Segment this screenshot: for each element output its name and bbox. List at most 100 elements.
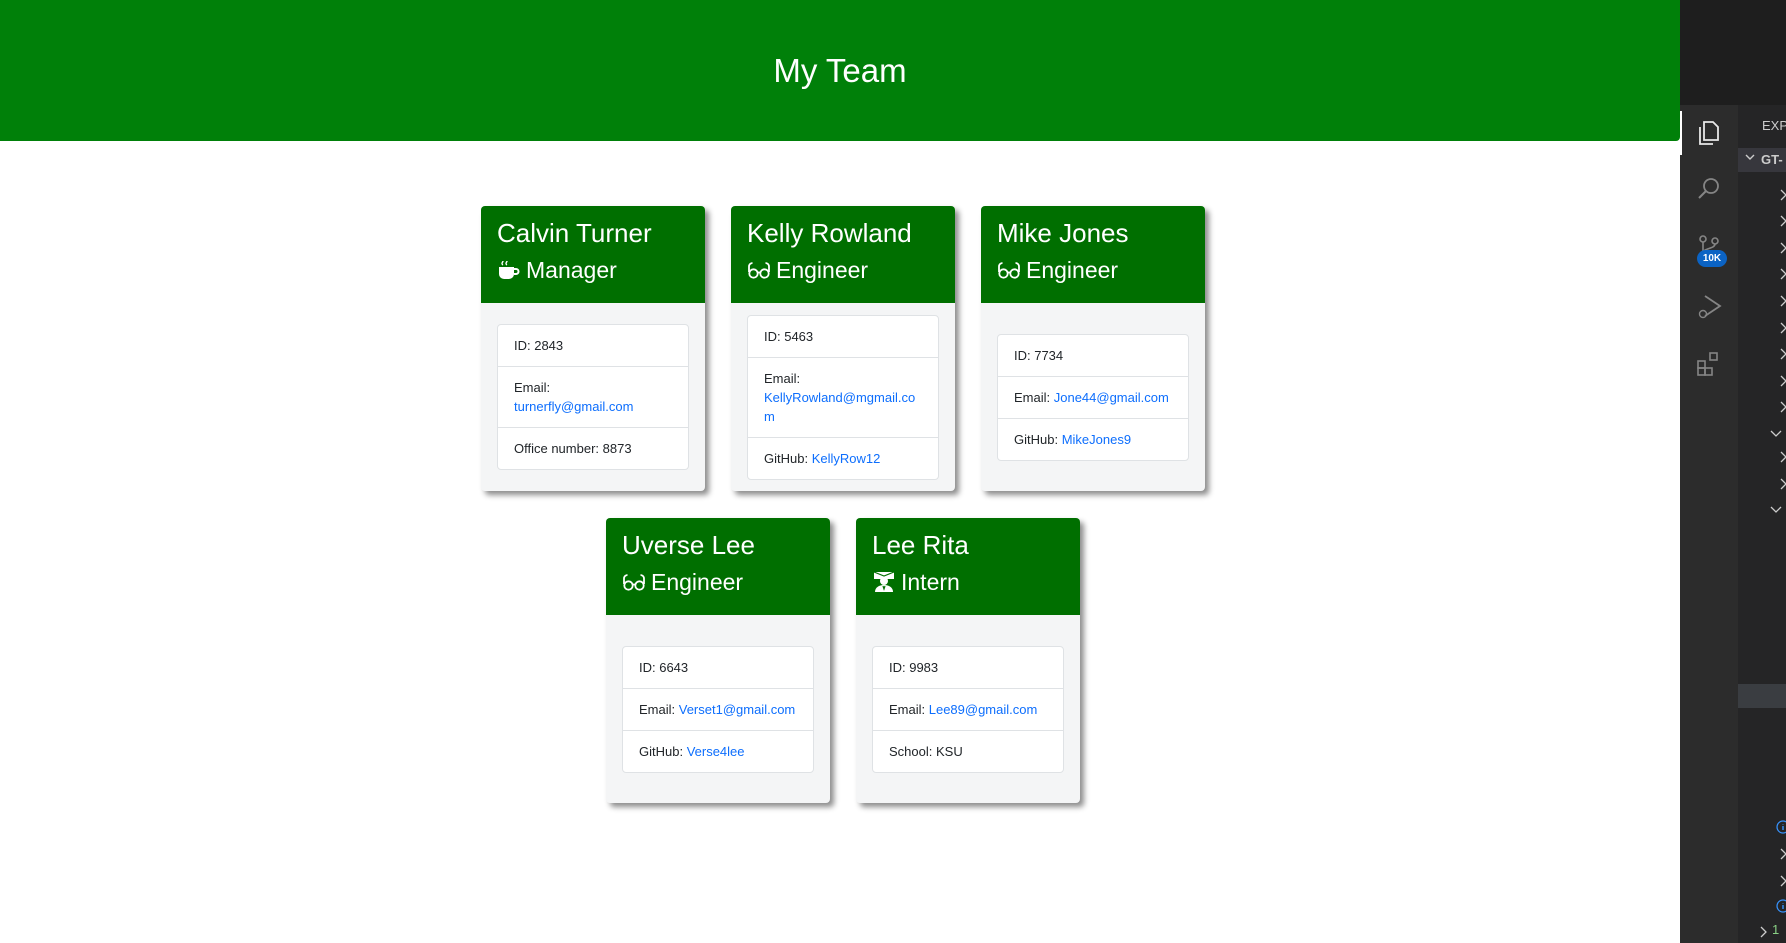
chevron-down-icon [1745,154,1755,160]
chevron-right-icon[interactable] [1779,321,1786,335]
employee-role: Intern [872,567,1064,597]
employee-card: Lee Rita Intern ID: 9983 Email: Lee89@gm… [856,518,1080,803]
explorer-title: EXP [1762,118,1786,133]
employee-role: Engineer [622,567,814,597]
email-link[interactable]: turnerfly@gmail.com [514,399,633,414]
problems-count: 1 [1772,922,1780,937]
run-debug-icon[interactable] [1680,284,1738,328]
chevron-right-icon[interactable] [1779,241,1786,255]
chevron-right-icon[interactable] [1779,267,1786,281]
explorer-panel [1738,105,1786,943]
employee-email-row: Email: Jone44@gmail.com [998,375,1188,418]
github-label: GitHub: [764,450,812,466]
chevron-right-icon[interactable] [1779,874,1786,888]
employee-id: ID: 5463 [764,328,814,344]
email-label: Email: [1014,389,1054,405]
role-label: Engineer [1026,257,1119,283]
email-link[interactable]: Lee89@gmail.com [929,702,1038,717]
school-row: School: KSU [873,729,1063,772]
card-body: ID: 6643 Email: Verset1@gmail.com GitHub… [606,615,830,803]
card-header: Uverse Lee Engineer [606,518,830,615]
selected-tree-row[interactable] [1738,684,1786,708]
email-link[interactable]: KellyRowland@mgmail.com [764,390,915,424]
github-row: GitHub: Verse4lee [623,729,813,772]
info-icon [1776,820,1786,834]
card-body: ID: 5463 Email: KellyRowland@mgmail.com … [731,303,955,491]
github-label: GitHub: [1014,431,1062,447]
role-label: Engineer [651,569,744,595]
employee-role: Manager [497,255,689,285]
card-header: Lee Rita Intern [856,518,1080,615]
chevron-right-icon[interactable] [1759,925,1769,939]
github-label: GitHub: [639,743,687,759]
employee-details: ID: 5463 Email: KellyRowland@mgmail.com … [747,314,939,480]
chevron-right-icon[interactable] [1779,847,1786,861]
chevron-down-icon[interactable] [1769,503,1783,517]
glasses-icon [623,574,645,591]
chevron-right-icon[interactable] [1779,214,1786,228]
chevron-down-icon[interactable] [1769,427,1783,441]
role-label: Manager [526,257,617,283]
info-icon [1776,899,1786,913]
employee-details: ID: 6643 Email: Verset1@gmail.com GitHub… [622,645,814,773]
card-body: ID: 9983 Email: Lee89@gmail.com School: … [856,615,1080,803]
employee-details: ID: 7734 Email: Jone44@gmail.com GitHub:… [997,333,1189,461]
extensions-icon[interactable] [1680,342,1738,386]
email-link[interactable]: Jone44@gmail.com [1054,390,1169,405]
employee-card: Kelly Rowland Engineer ID: 5463 Email: K… [731,206,955,491]
employee-name: Kelly Rowland [747,218,912,248]
employee-card: Uverse Lee Engineer ID: 6643 Email: Vers… [606,518,830,803]
email-label: Email: [764,370,801,386]
employee-name: Lee Rita [872,530,969,560]
chevron-right-icon[interactable] [1779,294,1786,308]
employee-email-row: Email: Lee89@gmail.com [873,687,1063,730]
glasses-icon [998,262,1020,279]
employee-email-row: Email: turnerfly@gmail.com [498,366,688,427]
card-header: Kelly Rowland Engineer [731,206,955,303]
chevron-right-icon[interactable] [1779,400,1786,414]
page-title: My Team [773,51,907,89]
email-label: Email: [889,701,929,717]
coffee-icon [499,260,520,279]
employee-name: Mike Jones [997,218,1129,248]
employee-role: Engineer [997,255,1189,285]
graduate-icon [873,571,895,592]
scm-badge: 10K [1697,250,1727,267]
root-folder-label: GT- [1761,152,1783,167]
employee-details: ID: 2843 Email: turnerfly@gmail.com Offi… [497,324,689,470]
glasses-icon [748,262,770,279]
github-link[interactable]: Verse4lee [687,744,745,759]
role-label: Intern [901,569,960,595]
employee-card: Calvin Turner Manager ID: 2843 Email: tu… [481,206,705,491]
role-label: Engineer [776,257,869,283]
card-header: Calvin Turner Manager [481,206,705,303]
employee-name: Calvin Turner [497,218,652,248]
employee-id: ID: 6643 [639,659,689,675]
search-icon[interactable] [1680,167,1738,211]
team-page: My Team Calvin Turner Manager ID: 2843 E… [0,0,1680,943]
chevron-right-icon[interactable] [1779,188,1786,202]
card-body: ID: 7734 Email: Jone44@gmail.com GitHub:… [981,303,1205,491]
employee-role: Engineer [747,255,939,285]
github-link[interactable]: KellyRow12 [812,451,881,466]
employee-details: ID: 9983 Email: Lee89@gmail.com School: … [872,645,1064,773]
github-row: GitHub: KellyRow12 [748,436,938,479]
email-label: Email: [639,701,679,717]
employee-id: ID: 7734 [1014,347,1064,363]
employee-card: Mike Jones Engineer ID: 7734 Email: Jone… [981,206,1205,491]
office-number: Office number: 8873 [498,427,688,469]
employee-name: Uverse Lee [622,530,755,560]
email-label: Email: [514,380,551,395]
chevron-right-icon[interactable] [1779,347,1786,361]
employee-email-row: Email: Verset1@gmail.com [623,687,813,730]
files-icon[interactable] [1680,111,1738,155]
github-row: GitHub: MikeJones9 [998,417,1188,460]
employee-id: ID: 9983 [889,659,939,675]
chevron-right-icon[interactable] [1779,450,1786,464]
employee-id: ID: 2843 [514,338,564,353]
chevron-right-icon[interactable] [1779,374,1786,388]
chevron-right-icon[interactable] [1779,477,1786,491]
github-link[interactable]: MikeJones9 [1062,432,1131,447]
email-link[interactable]: Verset1@gmail.com [679,702,796,717]
page-header: My Team [0,0,1680,141]
